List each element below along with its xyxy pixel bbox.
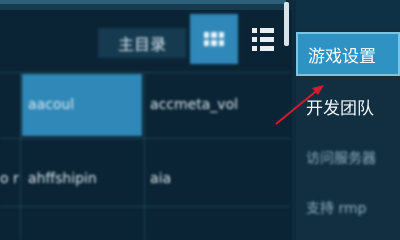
annotation-arrow-icon (275, 85, 324, 125)
home-label: 主目录 (117, 35, 166, 54)
menu-item-label: 访问服务器 (306, 151, 376, 167)
menu-item-label: 游戏设置 (308, 46, 376, 67)
grid-icon (204, 32, 224, 46)
menu-item-3[interactable]: 访问服务器 (296, 136, 400, 180)
menu-item-label: 支持 rmp (306, 201, 367, 217)
grid-view-button[interactable] (190, 14, 238, 64)
side-panel-header (296, 0, 400, 28)
table-cell[interactable]: aia (150, 166, 171, 192)
table-cell[interactable]: aacoul (28, 92, 74, 118)
menu-item-4[interactable]: 支持 rmp (296, 186, 400, 230)
scrollbar[interactable] (284, 2, 289, 46)
home-button[interactable]: 主目录 (98, 28, 186, 58)
list-icon (252, 27, 284, 33)
table-cell[interactable]: o r (0, 166, 20, 192)
list-view-button[interactable] (244, 20, 284, 58)
table-cell[interactable]: accmeta_vol (150, 92, 270, 118)
table-cell[interactable]: ahffshipin (28, 166, 97, 192)
menu-item-game-settings[interactable]: 游戏设置 (296, 32, 400, 76)
